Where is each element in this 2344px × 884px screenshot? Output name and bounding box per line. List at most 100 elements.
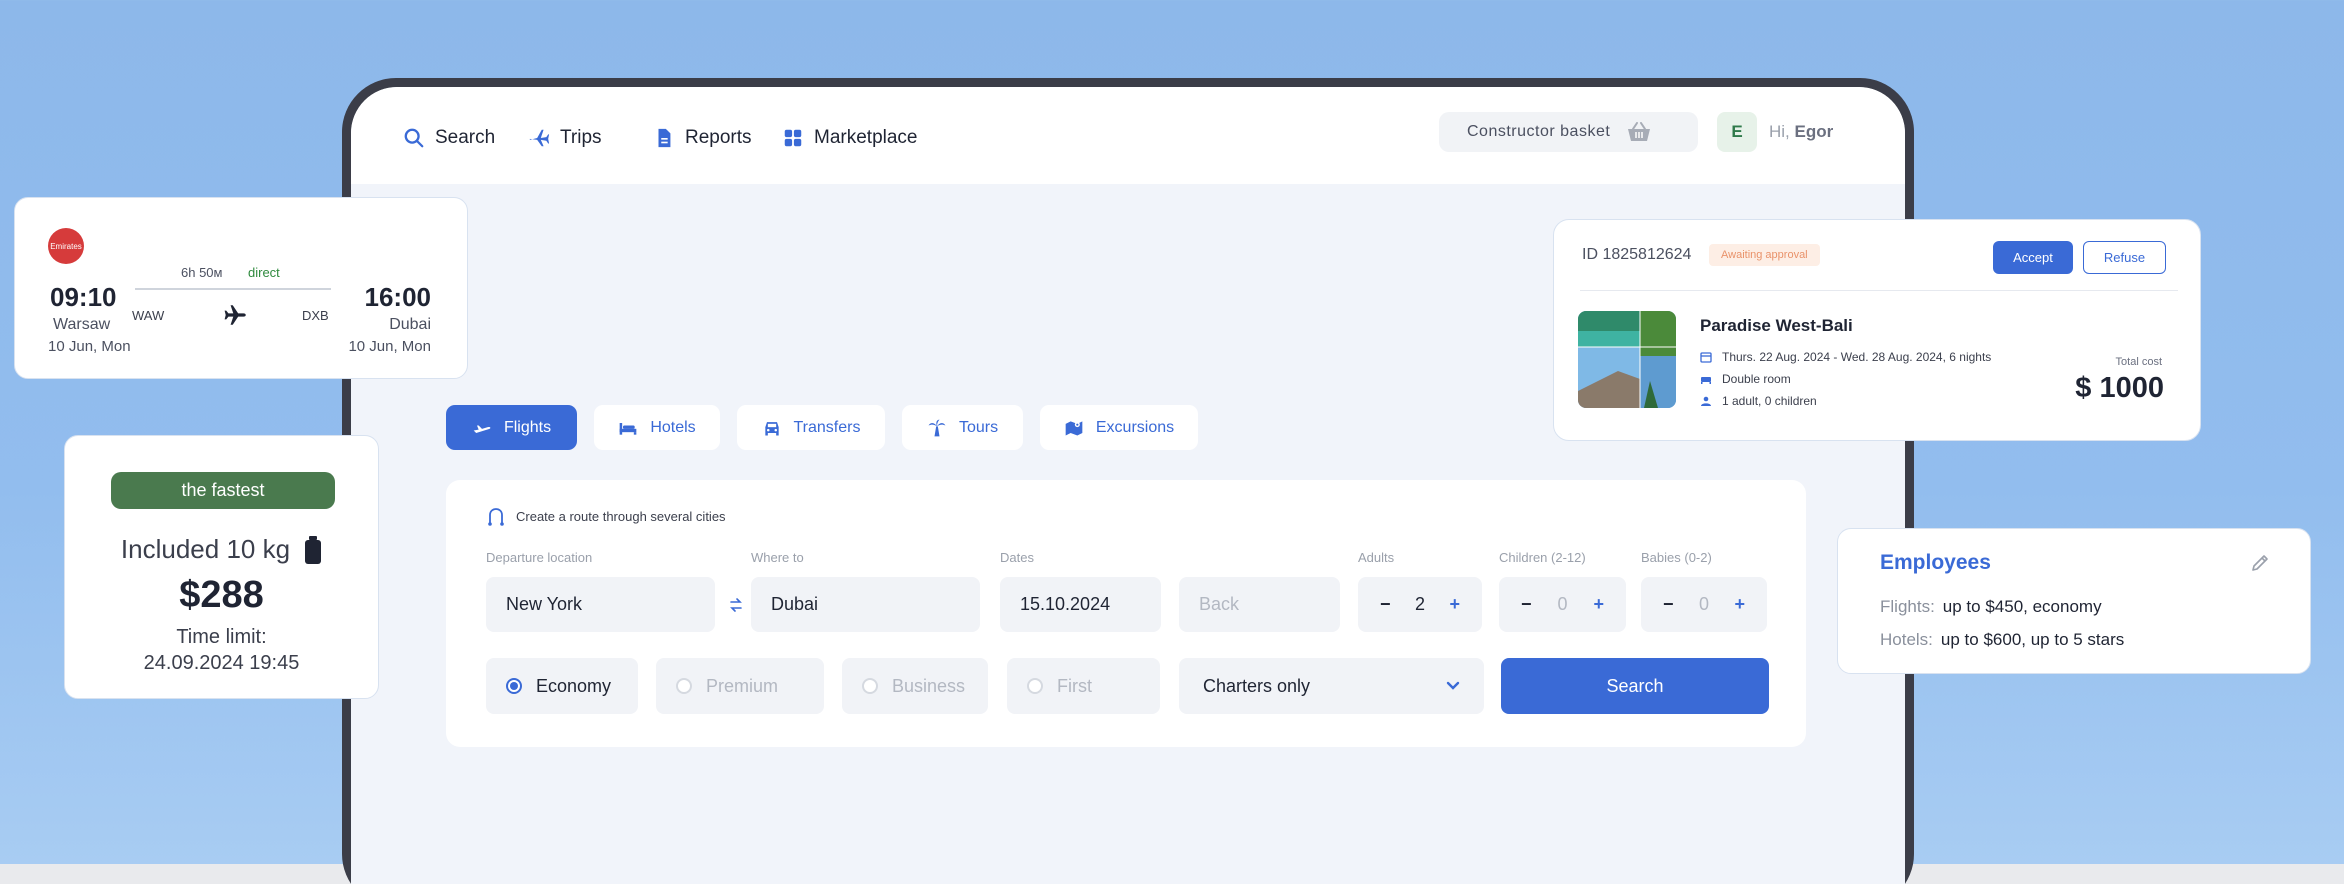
total-cost: $ 1000 (2075, 372, 2164, 404)
employees-policy-card: Employees Flights: up to $450, economy Ho… (1837, 528, 2311, 674)
radio-premium[interactable] (676, 678, 692, 694)
flight-duration: 6h 50м (181, 265, 223, 280)
class-economy-label: Economy (536, 675, 612, 696)
search-icon (404, 128, 424, 148)
divider (1580, 290, 2178, 291)
radio-business[interactable] (862, 678, 878, 694)
charters-select-value: Charters only (1203, 675, 1311, 696)
bed-icon (619, 422, 637, 435)
hotel-name: Paradise West-Bali (1700, 316, 1853, 335)
plane-icon (473, 425, 491, 433)
multi-city-route-link[interactable]: Create a route through several cities (486, 506, 726, 526)
avatar[interactable]: E (1717, 112, 1757, 152)
tab-transfers[interactable]: Transfers (737, 405, 885, 450)
radio-economy[interactable] (506, 678, 522, 694)
children-stepper: − 0 + (1499, 577, 1626, 632)
refuse-button[interactable]: Refuse (2083, 241, 2166, 274)
class-option-first[interactable]: First (1007, 658, 1160, 714)
children-minus-button[interactable]: − (1521, 594, 1532, 615)
fastest-offer-card[interactable]: the fastest Included 10 kg $288 Time lim… (64, 435, 379, 699)
radio-first[interactable] (1027, 678, 1043, 694)
pencil-icon[interactable] (2250, 553, 2270, 573)
airline-name: Emirates (50, 241, 82, 251)
constructor-basket-button[interactable]: Constructor basket (1439, 112, 1698, 152)
charters-select[interactable]: Charters only (1179, 658, 1484, 714)
time-limit-label: Time limit: (176, 626, 267, 648)
document-icon (658, 128, 671, 148)
class-option-premium[interactable]: Premium (656, 658, 824, 714)
children-label: Children (2-12) (1499, 550, 1586, 565)
route-icon (488, 508, 504, 526)
top-navigation: Search Trips Reports Marketplace Constru… (351, 87, 1905, 184)
adults-minus-button[interactable]: − (1380, 594, 1391, 615)
flights-policy-label: Flights: (1880, 597, 1935, 616)
user-name: Egor (1794, 122, 1834, 141)
palm-icon (928, 419, 946, 436)
adults-plus-button[interactable]: + (1449, 594, 1460, 615)
class-first-label: First (1057, 675, 1092, 696)
basket-label: Constructor basket (1467, 123, 1611, 140)
tab-excursions[interactable]: Excursions (1040, 405, 1198, 450)
tab-hotels[interactable]: Hotels (594, 405, 720, 450)
nav-trips[interactable]: Trips (528, 127, 602, 149)
booking-id: ID 1825812624 (1582, 246, 1692, 263)
grid-icon (784, 129, 802, 147)
bed-icon (1701, 377, 1711, 384)
nav-search[interactable]: Search (403, 127, 495, 149)
fastest-badge: the fastest (111, 472, 335, 509)
flight-search-panel: Create a route through several cities De… (446, 480, 1806, 747)
booking-approval-card: ID 1825812624 Awaiting approval Accept R… (1553, 219, 2201, 441)
airline-logo: Emirates (48, 228, 84, 264)
nav-trips-label: Trips (560, 127, 602, 148)
babies-minus-button[interactable]: − (1663, 594, 1674, 615)
total-cost-label: Total cost (2115, 356, 2162, 368)
where-to-input[interactable]: Dubai (751, 577, 980, 632)
map-icon (1065, 420, 1083, 435)
time-limit-value: 24.09.2024 19:45 (143, 652, 300, 674)
flights-policy-row: Flights: up to $450, economy (1880, 597, 2102, 617)
status-badge: Awaiting approval (1709, 244, 1820, 266)
plane-icon (529, 129, 550, 147)
date-input[interactable]: 15.10.2024 (1000, 577, 1161, 632)
nav-search-label: Search (435, 127, 496, 148)
hotels-policy-label: Hotels: (1880, 630, 1933, 649)
search-button[interactable]: Search (1501, 658, 1769, 714)
nav-marketplace[interactable]: Marketplace (782, 127, 918, 149)
tab-hotels-label: Hotels (650, 418, 696, 436)
class-option-business[interactable]: Business (842, 658, 988, 714)
greeting-prefix: Hi, (1769, 122, 1790, 141)
back-date-input[interactable]: Back (1179, 577, 1340, 632)
nav-marketplace-label: Marketplace (814, 127, 918, 148)
swap-icon[interactable] (728, 597, 744, 613)
tab-transfers-label: Transfers (793, 418, 861, 436)
arrival-date: 10 Jun, Mon (348, 338, 431, 355)
booking-room-text: Double room (1722, 372, 1791, 386)
departure-city: Warsaw (53, 316, 111, 333)
user-greeting[interactable]: Hi, Egor (1769, 122, 1833, 142)
hotel-photo[interactable] (1578, 311, 1676, 408)
plane-icon (224, 305, 246, 325)
flight-route-line (135, 288, 331, 290)
tab-tours[interactable]: Tours (902, 405, 1023, 450)
tab-flights[interactable]: Flights (446, 405, 577, 450)
children-value: 0 (1557, 594, 1568, 614)
adults-stepper: − 2 + (1358, 577, 1482, 632)
departure-input[interactable]: New York (486, 577, 715, 632)
dates-label: Dates (1000, 550, 1034, 565)
flight-summary-card[interactable]: Emirates 6h 50м direct 09:10 16:00 WAW D… (14, 197, 468, 379)
babies-stepper: − 0 + (1641, 577, 1767, 632)
offer-price: $288 (179, 574, 264, 616)
baggage-included: Included 10 kg (65, 534, 378, 565)
babies-plus-button[interactable]: + (1734, 594, 1745, 615)
tablet-frame: Search Trips Reports Marketplace Constru… (342, 78, 1914, 884)
guests-icon (1701, 396, 1711, 406)
booking-room: Double room (1700, 372, 1791, 386)
employees-title: Employees (1880, 551, 1991, 574)
class-option-economy[interactable]: Economy (486, 658, 638, 714)
booking-dates: Thurs. 22 Aug. 2024 - Wed. 28 Aug. 2024,… (1700, 350, 1991, 364)
class-business-label: Business (892, 675, 966, 696)
baggage-label: Included 10 kg (120, 534, 291, 564)
accept-button[interactable]: Accept (1993, 241, 2073, 274)
children-plus-button[interactable]: + (1593, 594, 1604, 615)
nav-reports[interactable]: Reports (653, 127, 752, 149)
